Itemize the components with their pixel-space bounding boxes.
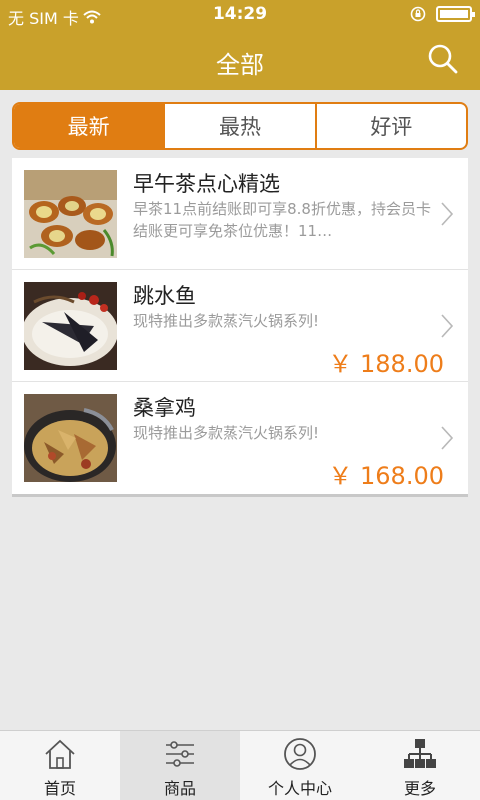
battery-icon — [436, 6, 475, 22]
tab-more[interactable]: 更多 — [360, 731, 480, 800]
tab-label: 首页 — [43, 779, 76, 798]
user-icon — [284, 738, 316, 770]
chevron-right-icon — [441, 426, 454, 450]
fish-dish-photo — [24, 282, 117, 370]
page-title: 全部 — [216, 51, 264, 79]
bottom-tab-bar: 首页 商品 个人中心 更多 — [0, 730, 480, 800]
chicken-dish-photo — [24, 394, 117, 482]
status-bar: 无 SIM 卡 14:29 — [0, 0, 480, 30]
tab-label: 商品 — [163, 779, 196, 798]
rotation-lock-icon — [410, 6, 426, 22]
list-item[interactable]: 桑拿鸡 现特推出多款蒸汽火锅系列! ￥ 168.00 — [12, 382, 468, 494]
dim-sum-photo — [24, 170, 117, 258]
tab-label: 更多 — [403, 779, 436, 798]
status-time: 14:29 — [212, 4, 268, 24]
segment-hottest[interactable]: 最热 — [163, 104, 314, 148]
item-description: 现特推出多款蒸汽火锅系列! — [133, 312, 320, 330]
status-right — [410, 6, 475, 22]
segment-latest[interactable]: 最新 — [14, 104, 164, 148]
item-title: 桑拿鸡 — [133, 396, 196, 420]
item-description: 现特推出多款蒸汽火锅系列! — [133, 424, 320, 442]
item-price: ￥ 188.00 — [328, 350, 444, 378]
nav-bar: 全部 — [0, 30, 480, 90]
list-icon — [166, 741, 194, 767]
home-icon — [45, 739, 75, 769]
list-item[interactable]: 跳水鱼 现特推出多款蒸汽火锅系列! ￥ 188.00 — [12, 270, 468, 382]
search-icon[interactable] — [426, 42, 460, 76]
tab-profile[interactable]: 个人中心 — [240, 731, 360, 800]
tab-products[interactable]: 商品 — [120, 731, 240, 800]
product-list: 早午茶点心精选 早茶11点前结账即可享8.8折优惠，持会员卡结账更可享免茶位优惠… — [12, 158, 468, 497]
sort-segment-control: 最新 最热 好评 — [12, 102, 468, 150]
tab-home[interactable]: 首页 — [0, 731, 120, 800]
item-title: 早午茶点心精选 — [133, 172, 280, 196]
tab-label: 个人中心 — [267, 779, 332, 798]
list-item[interactable]: 早午茶点心精选 早茶11点前结账即可享8.8折优惠，持会员卡结账更可享免茶位优惠… — [12, 158, 468, 270]
chevron-right-icon — [441, 202, 454, 226]
segment-best-rated[interactable]: 好评 — [314, 104, 466, 148]
item-title: 跳水鱼 — [133, 284, 196, 308]
chevron-right-icon — [441, 314, 454, 338]
item-description: 早茶11点前结账即可享8.8折优惠，持会员卡结账更可享免茶位优惠！11… — [133, 200, 431, 240]
item-price: ￥ 168.00 — [328, 462, 444, 490]
sitemap-icon — [404, 739, 436, 768]
